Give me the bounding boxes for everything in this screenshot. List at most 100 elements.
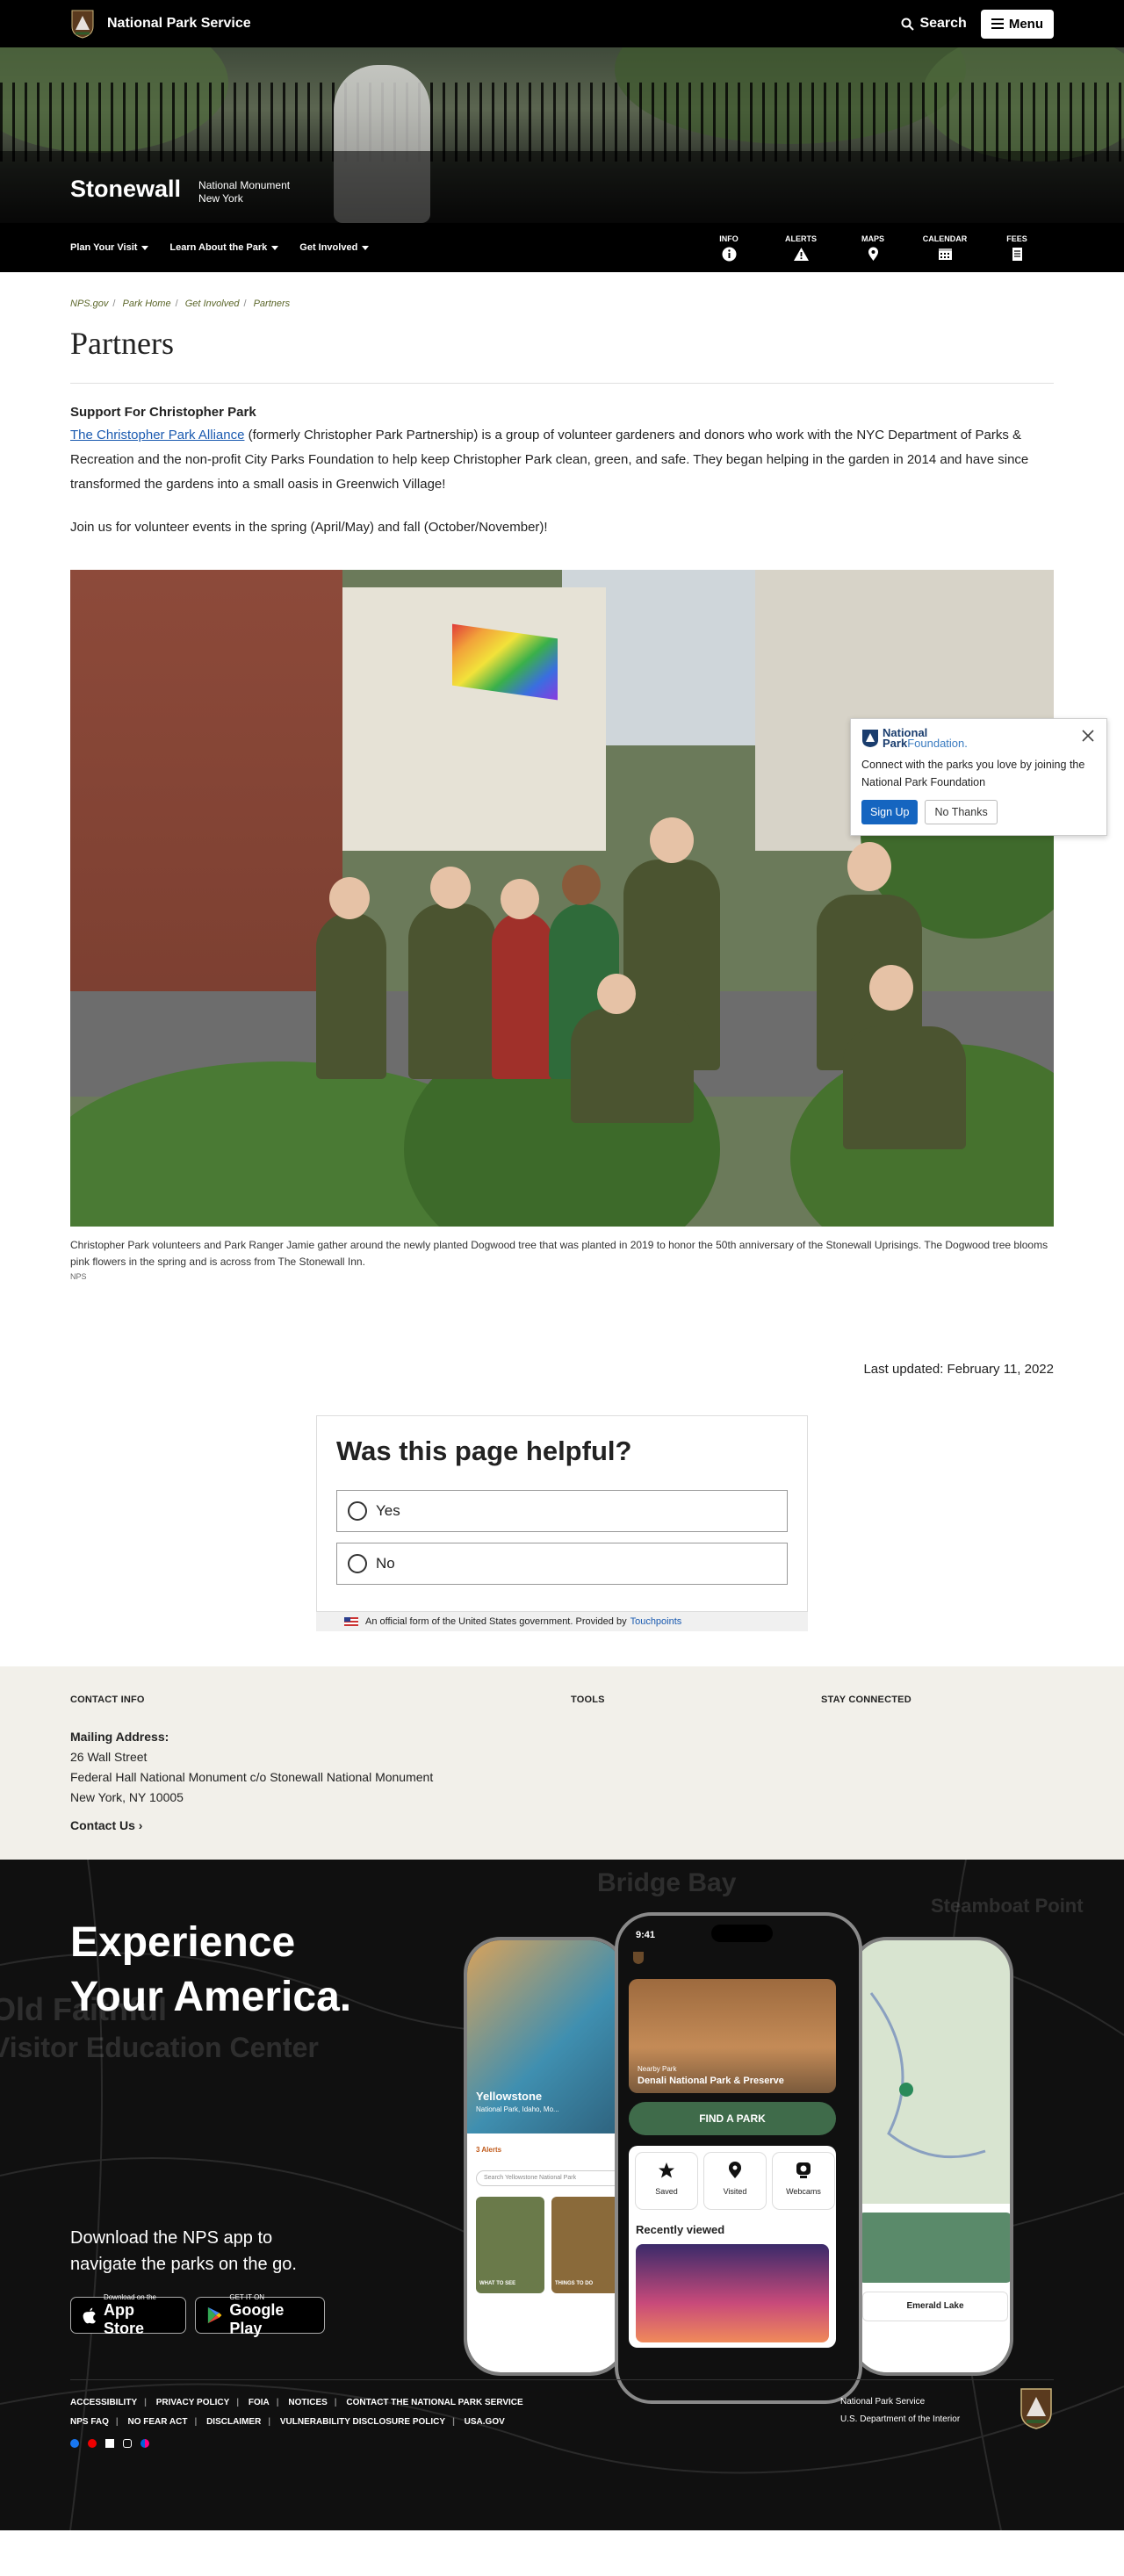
breadcrumb-nps[interactable]: NPS.gov (70, 299, 108, 309)
no-thanks-button[interactable]: No Thanks (925, 800, 998, 824)
x-icon[interactable] (105, 2439, 114, 2448)
quick-info[interactable]: INFO (704, 234, 753, 262)
nav-learn-about-the-park[interactable]: Learn About the Park (169, 242, 279, 253)
contact-us-link[interactable]: Contact Us › (70, 1818, 571, 1832)
footer-link-accessibility[interactable]: ACCESSIBILITY (70, 2398, 137, 2407)
park-nav: Plan Your Visit Learn About the Park Get… (0, 223, 1124, 272)
photo-volunteer (571, 1009, 694, 1123)
feedback-no-label: No (376, 1555, 395, 1572)
nps-arrowhead-footer-logo[interactable] (1019, 2386, 1054, 2430)
quick-alerts[interactable]: ALERTS (776, 234, 825, 262)
contact-footer: CONTACT INFO Mailing Address: 26 Wall St… (0, 1666, 1124, 1860)
footer-link-disclaimer[interactable]: DISCLAIMER (206, 2417, 261, 2427)
menu-button[interactable]: Menu (980, 9, 1054, 39)
footer-link-nps-faq[interactable]: NPS FAQ (70, 2417, 109, 2427)
feedback-yes-option[interactable]: Yes (336, 1490, 788, 1532)
pin-icon (729, 2162, 741, 2178)
footer-link-foia[interactable]: FOIA (249, 2398, 270, 2407)
contact-us-label: Contact Us (70, 1818, 135, 1832)
phone-right-photo (859, 2213, 1010, 2283)
promo-headline-line2: Your America. (70, 1974, 352, 2020)
footer-link-privacy[interactable]: PRIVACY POLICY (156, 2398, 230, 2407)
signup-button[interactable]: Sign Up (861, 800, 919, 824)
youtube-icon[interactable] (88, 2439, 97, 2448)
phone-right-map (869, 1992, 986, 2159)
instagram-icon[interactable] (123, 2439, 132, 2448)
phone-tile-saved[interactable]: Saved (636, 2153, 697, 2209)
google-play-button[interactable]: GET IT ON Google Play (195, 2293, 325, 2337)
phone-tile-webcams[interactable]: Webcams (773, 2153, 834, 2209)
partner-paragraph: The Christopher Park Alliance (formerly … (70, 423, 1054, 497)
nav-label: Plan Your Visit (70, 242, 138, 253)
hero-banner: Stonewall National Monument New York (0, 47, 1124, 223)
photo-volunteer (408, 903, 496, 1079)
feedback-question: Was this page helpful? (336, 1436, 632, 1466)
promo-download-text: Download the NPS app to navigate the park… (70, 2225, 297, 2277)
npf-logo-line2b: Foundation. (907, 737, 968, 750)
nps-arrowhead-logo[interactable] (70, 9, 95, 39)
photo-volunteer (316, 912, 386, 1079)
nav-get-involved[interactable]: Get Involved (299, 242, 370, 253)
google-play-small: GET IT ON (229, 2292, 265, 2301)
phone-recent-card[interactable] (636, 2244, 829, 2342)
find-a-park-button[interactable]: FIND A PARK (629, 2102, 836, 2135)
footer-link-contact-nps[interactable]: CONTACT THE NATIONAL PARK SERVICE (346, 2398, 522, 2407)
fees-icon (1012, 247, 1022, 261)
app-store-button[interactable]: Download on the App Store (70, 2293, 186, 2337)
photo-brick-building (70, 570, 342, 1061)
phone-left-image (467, 1940, 623, 2133)
photo-volunteer-head (501, 879, 539, 919)
phone-time: 9:41 (636, 1930, 656, 1940)
quick-label: FEES (1006, 234, 1027, 243)
touchpoints-link[interactable]: Touchpoints (630, 1616, 682, 1627)
page-title: Partners (70, 325, 1054, 384)
photo-volunteer (843, 1026, 966, 1149)
breadcrumb-partners[interactable]: Partners (254, 299, 291, 309)
feedback-no-option[interactable]: No (336, 1543, 788, 1585)
facebook-icon[interactable] (70, 2439, 79, 2448)
npf-logo: National ParkFoundation. (861, 727, 968, 750)
tools-title: TOOLS (571, 1695, 605, 1705)
radio-no[interactable] (348, 1554, 367, 1573)
alert-icon (793, 247, 809, 261)
footer-link-notices[interactable]: NOTICES (288, 2398, 327, 2407)
nav-plan-your-visit[interactable]: Plan Your Visit (70, 242, 149, 253)
phone-left-tile-label: THINGS TO DO (555, 2281, 594, 2286)
park-designation: National Monument (198, 179, 291, 191)
flickr-icon[interactable] (140, 2439, 149, 2448)
breadcrumb: NPS.gov / Park Home / Get Involved / Partne… (70, 299, 291, 309)
footer-link-no-fear-act[interactable]: NO FEAR ACT (128, 2417, 188, 2427)
footer-links: ACCESSIBILITY | PRIVACY POLICY | FOIA | NOT… (70, 2398, 523, 2427)
address-line: Federal Hall National Monument c/o Stone… (70, 1770, 434, 1784)
footer-divider (70, 2379, 1054, 2380)
calendar-icon (938, 248, 952, 260)
agency-line1: National Park Service (840, 2397, 926, 2407)
photo-volunteer-head (869, 965, 913, 1011)
phone-dynamic-island (711, 1925, 773, 1942)
quick-label: MAPS (861, 234, 884, 243)
breadcrumb-get-involved[interactable]: Get Involved (185, 299, 240, 309)
photo-volunteer (492, 912, 553, 1079)
search-button[interactable]: Search (901, 16, 967, 32)
breadcrumb-park-home[interactable]: Park Home (123, 299, 171, 309)
phone-tile-visited[interactable]: Visited (704, 2153, 766, 2209)
footer-link-usa-gov[interactable]: USA.GOV (465, 2417, 505, 2427)
park-name[interactable]: Stonewall (70, 176, 181, 203)
close-icon[interactable] (1080, 728, 1096, 744)
quick-label: ALERTS (785, 234, 817, 243)
google-play-icon (207, 2306, 222, 2324)
radio-yes[interactable] (348, 1501, 367, 1521)
quick-label: INFO (719, 234, 739, 243)
phone-left-tile (551, 2197, 620, 2293)
app-promo: Old Faithful Visitor Education Center Br… (0, 1860, 1124, 2530)
address-line: New York, NY 10005 (70, 1790, 184, 1804)
site-brand[interactable]: National Park Service (107, 16, 251, 32)
quick-fees[interactable]: FEES (992, 234, 1041, 262)
quick-maps[interactable]: MAPS (848, 234, 897, 262)
quick-calendar[interactable]: CALENDAR (920, 234, 969, 262)
app-store-label: App Store (103, 2300, 144, 2337)
webcam-icon (796, 2162, 811, 2178)
npf-popup: National ParkFoundation. Connect with th… (850, 718, 1107, 836)
christopher-park-alliance-link[interactable]: The Christopher Park Alliance (70, 428, 244, 443)
footer-link-vulnerability[interactable]: VULNERABILITY DISCLOSURE POLICY (280, 2417, 445, 2427)
